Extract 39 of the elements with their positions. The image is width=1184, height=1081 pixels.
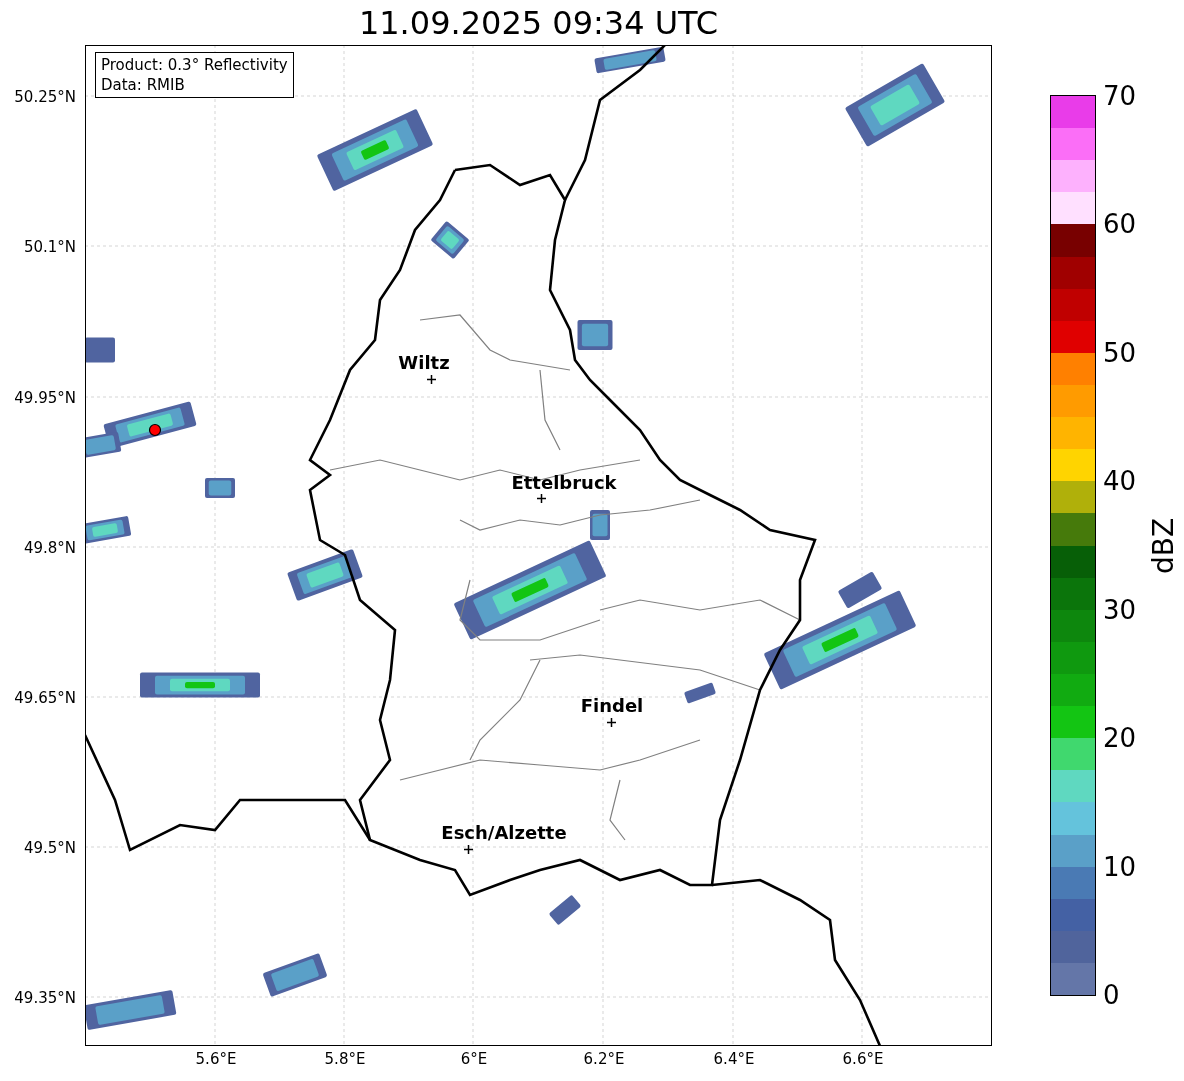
city-label: Findel [580,697,644,715]
radar-site-icon [148,423,162,437]
colorbar-tick-label: 0 [1103,982,1120,1008]
city-marker-icon [606,717,616,727]
city-marker-icon [536,493,546,503]
colorbar-tick-label: 50 [1103,339,1137,366]
latitude-label: 49.8°N [23,540,76,556]
longitude-label: 5.6°E [195,1052,237,1067]
colorbar-tick-label: 70 [1103,83,1137,109]
colorbar-tick-label: 60 [1103,211,1137,238]
longitude-label: 6.2°E [583,1052,625,1067]
colorbar-tick-label: 40 [1103,468,1137,495]
latitude-label: 49.65°N [14,690,76,706]
radar-echo [86,515,132,545]
latitude-label: 50.1°N [23,239,76,255]
radar-echo [577,320,613,350]
radar-echo [594,46,666,74]
city-marker-icon [426,374,436,384]
latitude-label: 49.35°N [14,990,76,1006]
city-label: Ettelbruck [511,474,617,492]
colorbar-tick-label: 30 [1103,596,1137,623]
longitude-label: 6.6°E [842,1052,884,1067]
city-label: Esch/Alzette [441,824,567,842]
city-label: Wiltz [398,354,450,372]
latitude-label: 49.95°N [14,390,76,406]
city-marker-icon [463,844,473,854]
info-text: Data: RMIB [101,75,186,95]
colorbar-tick-label: 20 [1103,725,1137,752]
colorbar-tick-label: 10 [1103,853,1137,880]
longitude-label: 5.8°E [324,1052,366,1067]
longitude-label: 6°E [460,1052,488,1067]
colorbar-label: dBZ [1150,517,1179,574]
radar-echo [205,478,235,498]
longitude-label: 6.4°E [713,1052,755,1067]
radar-echo [86,337,115,363]
info-text: Product: 0.3° Reflectivity [101,55,288,75]
latitude-label: 49.5°N [23,840,76,856]
latitude-label: 50.25°N [14,89,76,105]
figure-title: 11.09.2025 09:34 UTC [358,6,719,39]
